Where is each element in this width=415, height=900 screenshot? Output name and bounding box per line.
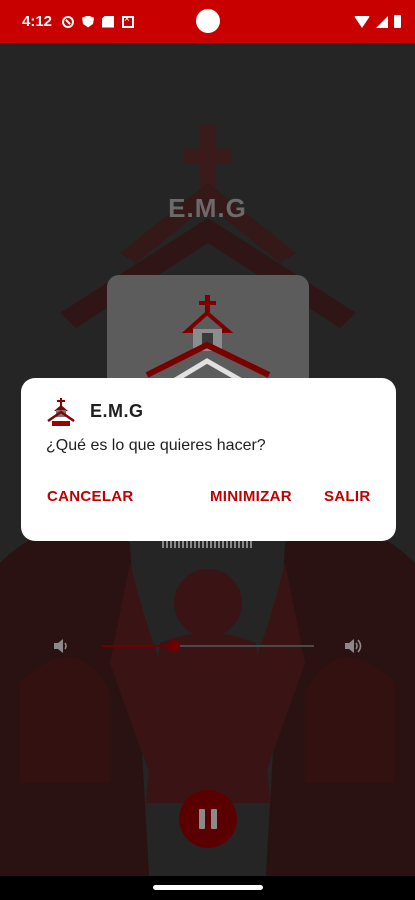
volume-high-icon[interactable] [344, 637, 364, 655]
front-camera [196, 9, 220, 33]
church-logo-icon [145, 295, 271, 388]
status-bar: 4:12 [0, 0, 415, 43]
status-icons-left [62, 14, 135, 28]
sim-icon [102, 15, 115, 28]
exit-button[interactable]: SALIR [324, 488, 371, 505]
battery-icon [394, 15, 401, 28]
volume-control [0, 631, 415, 661]
dialog-message: ¿Qué es lo que quieres hacer? [46, 437, 266, 454]
wifi-icon [354, 15, 370, 28]
status-time: 4:12 [22, 13, 53, 30]
pause-icon-bar-right [211, 809, 217, 829]
app-title: E.M.G [168, 193, 247, 223]
cancel-button[interactable]: CANCELAR [47, 488, 134, 505]
volume-fill [102, 645, 175, 647]
do-not-disturb-icon [62, 15, 75, 28]
home-gesture-handle[interactable] [153, 885, 263, 890]
signal-icon [376, 15, 388, 28]
cover-art [107, 275, 309, 395]
pause-button[interactable] [179, 790, 237, 848]
pause-icon-bar-left [199, 809, 205, 829]
volume-thumb[interactable] [168, 640, 181, 652]
status-icons-right [354, 15, 401, 28]
app-logo-icon [47, 398, 75, 426]
minimize-button[interactable]: MINIMIZAR [210, 488, 292, 505]
volume-low-icon[interactable] [52, 637, 72, 655]
volume-slider[interactable] [102, 640, 314, 652]
exit-dialog: E.M.G ¿Qué es lo que quieres hacer? CANC… [21, 378, 396, 541]
dialog-title: E.M.G [90, 401, 144, 421]
shield-icon [82, 15, 95, 28]
notification-icon [122, 14, 135, 28]
